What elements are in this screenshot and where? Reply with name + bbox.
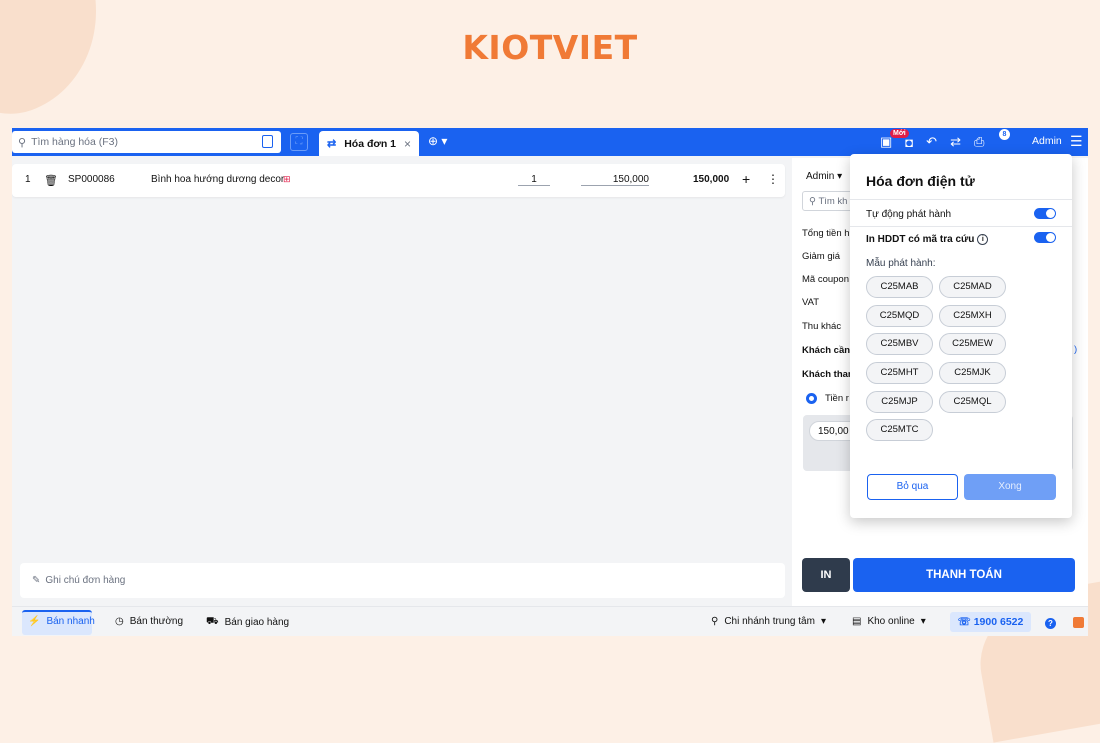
help-icon[interactable]: ?	[1045, 618, 1056, 629]
plus-icon[interactable]: +	[742, 171, 750, 187]
more-icon[interactable]: ⋮	[767, 172, 779, 186]
template-chip[interactable]: C25MQL	[939, 391, 1006, 413]
template-chip[interactable]: C25MXH	[939, 305, 1006, 327]
warehouse-icon: ▤	[852, 616, 862, 627]
tab-delivery-sale[interactable]: ⛟ Bán giao hàng	[206, 616, 289, 629]
chevron-down-icon: ▾	[920, 616, 926, 627]
payment-method-label: Tiền r	[825, 393, 849, 404]
template-chip[interactable]: C25MAB	[866, 276, 933, 298]
tab-normal-sale[interactable]: ◷ Bán thường	[115, 616, 183, 627]
barcode-scan-icon[interactable]: ⛶	[290, 133, 308, 151]
warehouse-select[interactable]: ▤ Kho online ▾	[852, 616, 926, 627]
label-discount: Giảm giá	[802, 251, 841, 262]
tab-label: Hóa đơn 1	[344, 137, 397, 150]
auto-issue-label: Tự động phát hành	[866, 209, 952, 220]
product-search-input[interactable]: ⚲ Tìm hàng hóa (F3)	[12, 131, 281, 153]
add-tab-button[interactable]: ⊕ ▾	[428, 134, 447, 148]
template-chip[interactable]: C25MJP	[866, 391, 933, 413]
location-pin-icon: ⚲	[711, 616, 719, 627]
template-chip[interactable]: C25MTC	[866, 419, 933, 441]
swap-icon: ⇄	[327, 138, 337, 150]
seller-select[interactable]: Admin ▾	[806, 171, 842, 182]
hotline-button[interactable]: ☏ 1900 6522	[950, 612, 1031, 632]
pay-button[interactable]: THANH TOÁN	[853, 558, 1075, 592]
label-coupon: Mã coupon	[802, 274, 850, 285]
product-code: SP000086	[68, 174, 115, 185]
scale-icon[interactable]	[262, 135, 273, 148]
pencil-icon: ✎	[32, 575, 41, 586]
sync-icon[interactable]: ⇄	[950, 134, 961, 150]
notification-badge: 8	[999, 129, 1010, 140]
template-chip[interactable]: C25MBV	[866, 333, 933, 355]
auto-issue-toggle[interactable]	[1034, 208, 1056, 219]
clock-icon: ◷	[115, 616, 124, 627]
print-icon[interactable]: ⎙	[974, 134, 984, 150]
delete-icon[interactable]: 🗑	[44, 174, 58, 187]
chevron-down-icon: ▾	[820, 616, 826, 627]
popup-title: Hóa đơn điện tử	[866, 173, 975, 189]
cash-radio[interactable]	[806, 393, 817, 404]
label-vat: VAT	[802, 297, 820, 308]
new-badge: Mới	[890, 129, 909, 138]
line-total: 150,000	[693, 174, 730, 185]
skip-button[interactable]: Bỏ qua	[867, 474, 958, 500]
template-chip[interactable]: C25MEW	[939, 333, 1006, 355]
search-icon: ⚲	[18, 136, 27, 149]
hamburger-menu-icon[interactable]: ☰	[1070, 133, 1083, 150]
template-label: Mẫu phát hành:	[866, 258, 936, 269]
quantity-input[interactable]: 1	[518, 174, 550, 186]
truck-icon: ⛟	[206, 616, 219, 627]
tab-invoice-1[interactable]: ⇄ Hóa đơn 1 ×	[319, 131, 419, 156]
kiotviet-logo: KIOTVIET	[462, 28, 638, 67]
product-name: Bình hoa hướng dương decor	[151, 174, 285, 185]
user-menu[interactable]: Admin	[1032, 135, 1062, 147]
label-other: Thu khác	[802, 321, 842, 332]
top-bar: ⚲ Tìm hàng hóa (F3) ⛶ ⇄ Hóa đơn 1 × ⊕ ▾ …	[12, 128, 1088, 156]
note-placeholder: Ghi chú đơn hàng	[45, 575, 126, 586]
template-chip[interactable]: C25MJK	[939, 362, 1006, 384]
tab-quick-sale[interactable]: ⚡ Bán nhanh	[28, 616, 95, 627]
done-button[interactable]: Xong	[964, 474, 1056, 500]
bottom-bar: ⚡ Bán nhanh ◷ Bán thường ⛟ Bán giao hàng…	[12, 606, 1088, 636]
cart-row: 1 🗑 SP000086 Bình hoa hướng dương decor …	[12, 164, 785, 197]
feedback-icon[interactable]	[1073, 617, 1084, 628]
print-button[interactable]: IN	[802, 558, 850, 592]
label-paid: Khách than	[802, 369, 854, 380]
label-total: Tổng tiền h	[802, 228, 850, 239]
print-lookup-label: In HDDT có mã tra cứu i	[866, 234, 989, 245]
info-icon[interactable]: i	[977, 234, 989, 245]
branch-select[interactable]: ⚲ Chi nhánh trung tâm ▾	[711, 616, 826, 627]
price-input[interactable]: 150,000	[581, 174, 649, 186]
order-note-input[interactable]: ✎ Ghi chú đơn hàng	[20, 563, 785, 598]
close-tab-icon[interactable]: ×	[404, 137, 411, 151]
lightning-icon: ⚡	[28, 616, 41, 627]
template-chip[interactable]: C25MHT	[866, 362, 933, 384]
template-chip[interactable]: C25MQD	[866, 305, 933, 327]
template-chip[interactable]: C25MAD	[939, 276, 1006, 298]
row-index: 1	[25, 174, 31, 185]
undo-icon[interactable]: ↶	[926, 134, 937, 150]
e-invoice-popup: Hóa đơn điện tử Tự động phát hành In HDD…	[850, 154, 1072, 518]
search-placeholder: Tìm hàng hóa (F3)	[31, 136, 119, 148]
print-lookup-toggle[interactable]	[1034, 232, 1056, 243]
gift-icon[interactable]: ⊞	[283, 174, 291, 185]
label-to-pay: Khách cần	[802, 345, 851, 356]
